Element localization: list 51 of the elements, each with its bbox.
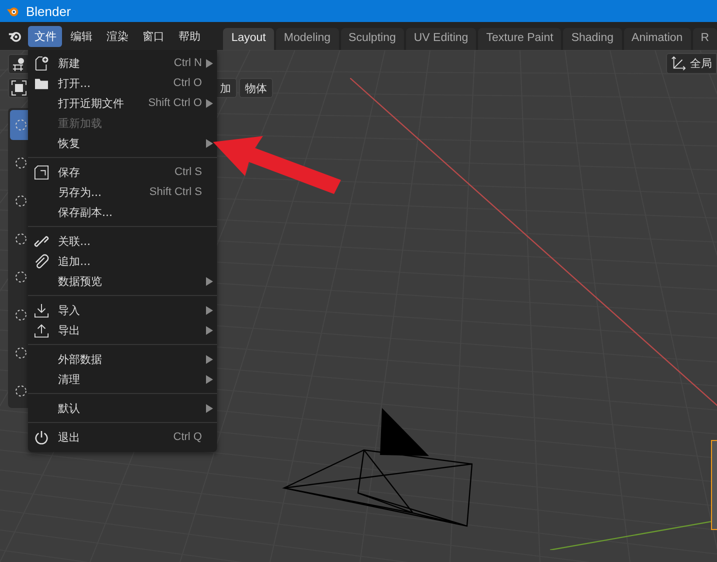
menu-entry[interactable]: 新建 Ctrl N: [28, 53, 217, 73]
workspace-tab[interactable]: Animation: [624, 28, 691, 50]
menu-entry[interactable]: 退出 Ctrl Q: [28, 427, 217, 447]
import-icon: [34, 302, 49, 318]
menu-entry[interactable]: 清理: [28, 369, 217, 389]
menu-item[interactable]: 窗口: [136, 26, 170, 46]
dashed-circle-icon: [13, 117, 29, 133]
frame-icon[interactable]: [8, 78, 30, 98]
paperclip-icon: [34, 254, 49, 268]
dashed-circle-icon: [13, 269, 29, 285]
workspace-tab[interactable]: UV Editing: [406, 28, 476, 50]
dashed-circle-icon: [13, 307, 29, 323]
workspace-tab[interactable]: R: [692, 28, 717, 50]
menu-entry[interactable]: 数据预览: [28, 271, 217, 291]
menu-entry[interactable]: 恢复: [28, 133, 217, 153]
power-icon: [34, 430, 49, 444]
menu-entry[interactable]: 导出: [28, 320, 217, 340]
window-title: Blender: [26, 4, 71, 18]
object-mode-icon[interactable]: [8, 54, 30, 74]
workspace-tab[interactable]: Sculpting: [340, 28, 404, 50]
header-menu-button[interactable]: 物体: [239, 78, 273, 98]
menu-entry[interactable]: 打开近期文件 Shift Ctrl O: [28, 93, 217, 113]
workspace-tab[interactable]: Texture Paint: [478, 28, 562, 50]
menu-item[interactable]: 编辑: [64, 26, 98, 46]
menu-entry[interactable]: 外部数据: [28, 349, 217, 369]
dashed-circle-icon: [13, 193, 29, 209]
link-icon: [34, 234, 49, 248]
export-icon: [34, 322, 49, 338]
workspace-tab[interactable]: Modeling: [276, 28, 339, 50]
menu-entry[interactable]: 默认: [28, 398, 217, 418]
menu-entry[interactable]: 保存 Ctrl S: [28, 162, 217, 182]
workspace-tab[interactable]: Shading: [563, 28, 622, 50]
dashed-circle-icon: [13, 231, 29, 247]
menu-item[interactable]: 帮助: [172, 26, 206, 46]
menu-item[interactable]: 渲染: [100, 26, 134, 46]
dashed-circle-icon: [13, 345, 29, 361]
menu-entry[interactable]: 导入: [28, 300, 217, 320]
folder-icon: [34, 76, 49, 90]
orientation-button[interactable]: 全局: [666, 53, 717, 74]
menu-entry[interactable]: 打开... Ctrl O: [28, 73, 217, 93]
workspace-tab[interactable]: Layout: [223, 28, 274, 50]
menu-entry[interactable]: 保存副本...: [28, 202, 217, 222]
menu-item[interactable]: 文件: [28, 26, 62, 46]
menu-entry[interactable]: 关联...: [28, 231, 217, 251]
dashed-circle-icon: [13, 155, 29, 171]
new-file-icon: [34, 56, 49, 70]
menu-entry[interactable]: 另存为... Shift Ctrl S: [28, 182, 217, 202]
axes-icon: [671, 56, 686, 71]
dashed-circle-icon: [13, 383, 29, 399]
menu-entry[interactable]: 追加...: [28, 251, 217, 271]
save-icon: [34, 164, 49, 180]
